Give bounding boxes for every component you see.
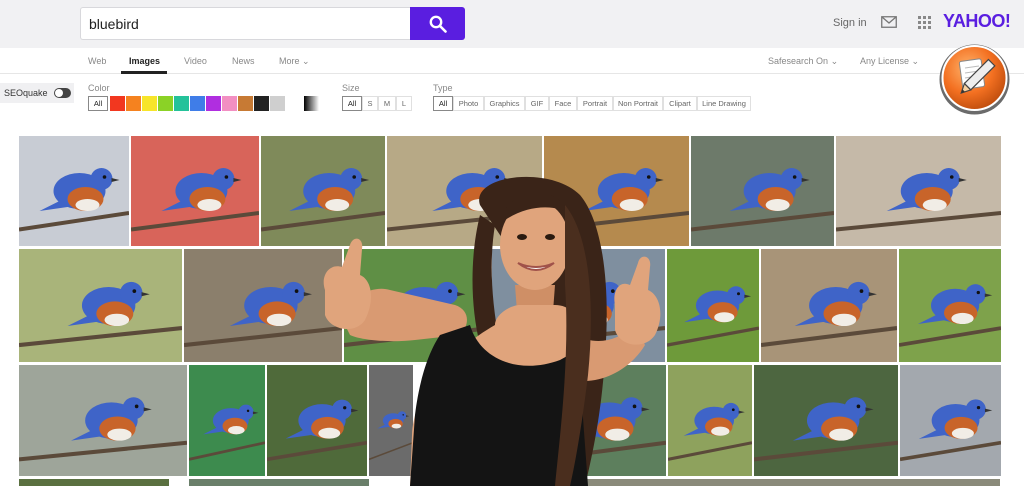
image-result-tile[interactable] — [899, 249, 1001, 362]
color-bw-swatch[interactable] — [304, 96, 319, 111]
size-option-small[interactable]: S — [362, 96, 378, 111]
bluebird-photo — [19, 281, 182, 348]
seoquake-toggle[interactable]: SEOquake — [0, 83, 74, 103]
size-option-large[interactable]: L — [396, 96, 412, 111]
color-filter-label: Color — [88, 83, 110, 93]
type-option-all[interactable]: All — [433, 96, 453, 111]
color-swatch[interactable] — [206, 96, 221, 111]
bluebird-photo — [836, 168, 1001, 232]
color-swatch[interactable] — [270, 96, 285, 111]
size-filter-label: Size — [342, 83, 360, 93]
search-query-text: bluebird — [89, 15, 139, 32]
tab-more-label: More — [279, 56, 300, 66]
type-option-portrait[interactable]: Portrait — [577, 96, 613, 111]
bluebird-photo — [19, 397, 187, 462]
color-swatch[interactable] — [126, 96, 141, 111]
search-button[interactable] — [410, 7, 465, 40]
bluebird-photo — [189, 404, 265, 461]
color-swatch[interactable] — [142, 96, 157, 111]
tab-more[interactable]: More ⌄ — [279, 56, 310, 67]
search-icon — [429, 15, 447, 33]
color-all-option[interactable]: All — [88, 96, 108, 111]
color-swatch[interactable] — [190, 96, 205, 111]
image-result-tile[interactable] — [189, 365, 265, 476]
image-result-tile[interactable] — [668, 365, 752, 476]
color-swatch[interactable] — [238, 96, 253, 111]
image-result-tile[interactable] — [900, 365, 1001, 476]
type-option-photo[interactable]: Photo — [453, 96, 484, 111]
color-swatch[interactable] — [158, 96, 173, 111]
seoquake-label: SEOquake — [4, 88, 48, 98]
header-bar: bluebird Sign in YAHOO! — [0, 0, 1024, 48]
safesearch-label: Safesearch On — [768, 56, 829, 66]
image-result-tile[interactable] — [19, 479, 169, 486]
bluebird-photo — [691, 168, 834, 232]
pencil-icon[interactable] — [937, 42, 1012, 117]
chevron-down-icon: ⌄ — [911, 56, 920, 66]
image-result-tile[interactable] — [761, 249, 897, 362]
image-result-tile[interactable] — [131, 136, 259, 246]
image-result-tile[interactable] — [19, 136, 129, 246]
color-swatch[interactable] — [254, 96, 269, 111]
vertical-tabs: Web Images Video News More ⌄ Safesearch … — [0, 48, 1024, 74]
bluebird-photo — [900, 399, 1001, 462]
image-result-tile[interactable] — [19, 249, 182, 362]
color-swatch[interactable] — [222, 96, 237, 111]
chevron-down-icon: ⌄ — [830, 56, 839, 66]
chevron-down-icon: ⌄ — [302, 56, 310, 66]
bluebird-photo — [668, 402, 752, 461]
tab-news[interactable]: News — [232, 56, 255, 66]
tab-images[interactable]: Images — [129, 56, 160, 66]
image-result-tile[interactable] — [836, 136, 1001, 246]
yahoo-logo[interactable]: YAHOO! — [943, 11, 1011, 32]
bluebird-photo — [131, 168, 259, 232]
bluebird-photo — [19, 168, 129, 232]
image-result-tile[interactable] — [184, 249, 342, 362]
toggle-switch[interactable] — [54, 88, 71, 98]
apps-icon[interactable] — [918, 16, 931, 29]
size-option-medium[interactable]: M — [378, 96, 396, 111]
type-option-line-drawing[interactable]: Line Drawing — [697, 96, 751, 111]
filter-bar: SEOquake Color All Size All S M L Type A… — [0, 75, 1024, 121]
bluebird-photo — [184, 281, 342, 348]
image-result-tile[interactable] — [691, 136, 834, 246]
image-result-tile[interactable] — [667, 249, 759, 362]
type-filter-label: Type — [433, 83, 453, 93]
type-option-face[interactable]: Face — [549, 96, 577, 111]
license-dropdown[interactable]: Any License ⌄ — [860, 56, 919, 67]
image-result-tile[interactable] — [754, 365, 898, 476]
type-option-clipart[interactable]: Clipart — [663, 96, 697, 111]
mail-icon[interactable] — [881, 16, 897, 28]
tab-video[interactable]: Video — [184, 56, 207, 66]
color-swatch[interactable] — [174, 96, 189, 111]
type-option-gif[interactable]: GIF — [525, 96, 549, 111]
bluebird-photo — [899, 284, 1001, 347]
thumbs-up-woman-overlay — [323, 176, 661, 486]
image-result-tile[interactable] — [19, 365, 187, 476]
search-input[interactable]: bluebird — [80, 7, 411, 40]
license-label: Any License — [860, 56, 910, 66]
tab-web[interactable]: Web — [88, 56, 106, 66]
bluebird-photo — [761, 281, 897, 348]
color-swatch[interactable] — [110, 96, 125, 111]
size-option-all[interactable]: All — [342, 96, 362, 111]
safesearch-dropdown[interactable]: Safesearch On ⌄ — [768, 56, 838, 67]
type-option-non-portrait[interactable]: Non Portrait — [613, 96, 663, 111]
bluebird-photo — [754, 397, 898, 462]
bluebird-photo — [667, 286, 759, 347]
type-option-graphics[interactable]: Graphics — [484, 96, 525, 111]
active-tab-indicator — [121, 71, 167, 74]
signin-link[interactable]: Sign in — [833, 17, 867, 29]
